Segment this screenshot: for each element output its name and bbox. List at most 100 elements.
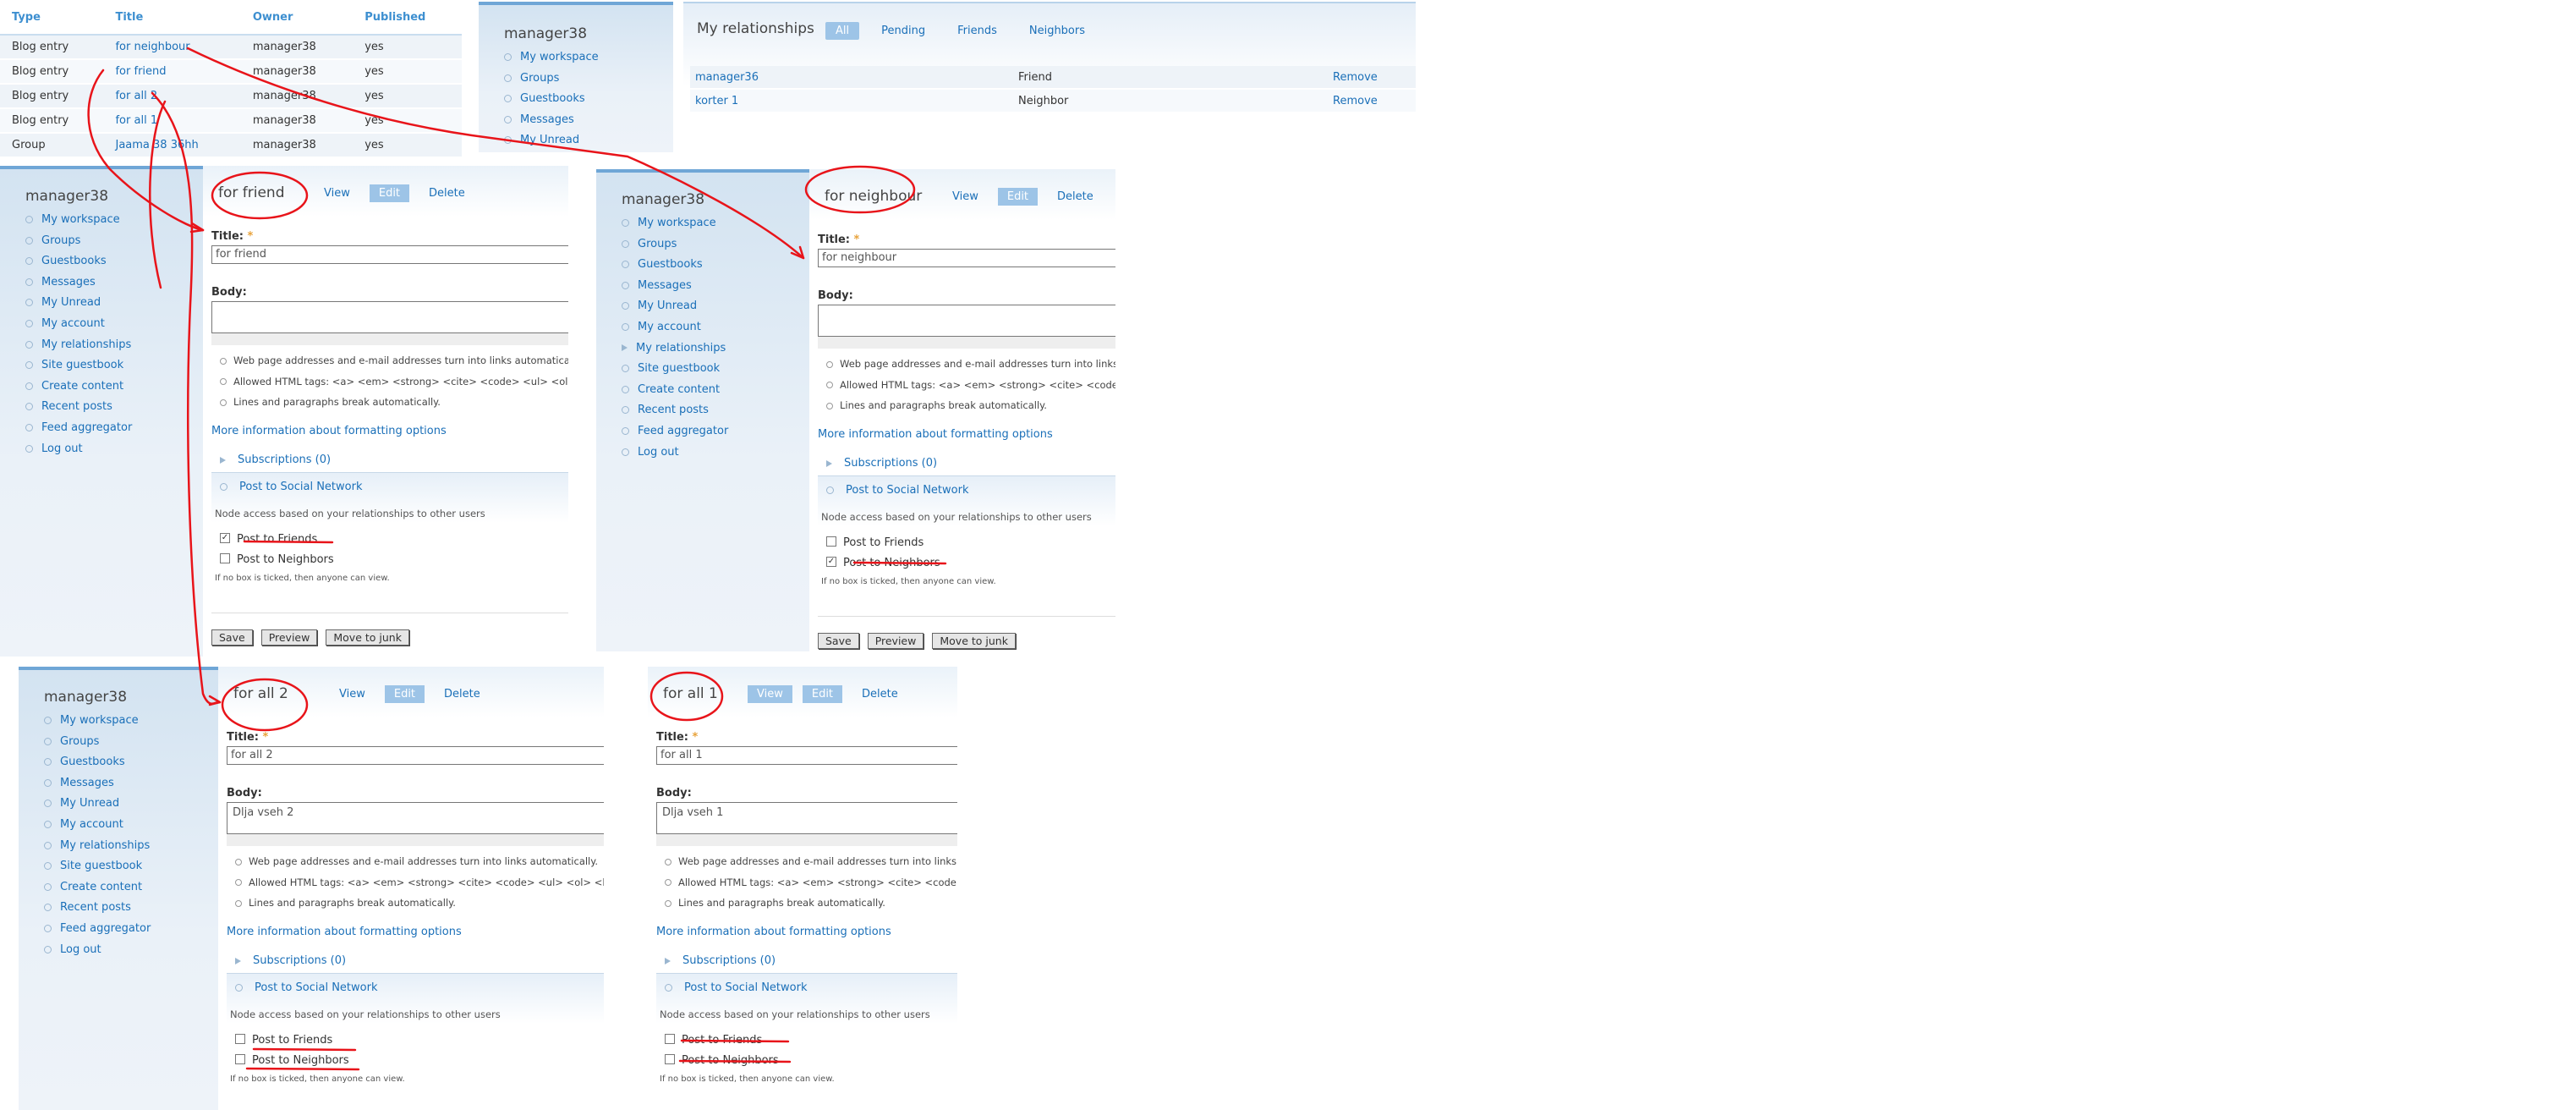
- tab-view[interactable]: View: [748, 685, 792, 703]
- tab-delete[interactable]: Delete: [1048, 188, 1103, 206]
- sidebar-item[interactable]: My relationships: [622, 338, 728, 360]
- sidebar-item[interactable]: Guestbooks: [622, 255, 728, 276]
- sidebar-item[interactable]: Site guestbook: [622, 359, 728, 380]
- column-header-title[interactable]: Title: [103, 0, 241, 36]
- sidebar-item[interactable]: My Unread: [504, 130, 599, 151]
- textarea-resize-grip[interactable]: [211, 333, 568, 345]
- sidebar-item[interactable]: My workspace: [622, 213, 728, 234]
- sidebar-item[interactable]: My workspace: [504, 47, 599, 69]
- social-network-fieldset[interactable]: Post to Social Network: [665, 981, 807, 994]
- more-info-link[interactable]: More information about formatting option…: [211, 425, 447, 437]
- more-info-link[interactable]: More information about formatting option…: [818, 428, 1053, 441]
- tab-pending[interactable]: Pending: [871, 22, 935, 40]
- sidebar-item[interactable]: Groups: [504, 69, 599, 90]
- more-info-link[interactable]: More information about formatting option…: [656, 926, 891, 938]
- textarea-resize-grip[interactable]: [656, 834, 957, 846]
- sidebar-item[interactable]: Groups: [622, 234, 728, 256]
- node-title-link[interactable]: for all 1: [115, 114, 157, 127]
- title-input[interactable]: for neighbour: [818, 249, 1115, 267]
- sidebar-item[interactable]: My workspace: [25, 210, 132, 231]
- sidebar-item[interactable]: Guestbooks: [25, 251, 132, 272]
- post-to-friends-checkbox[interactable]: Post to Friends: [826, 536, 924, 549]
- user-link[interactable]: korter 1: [695, 95, 738, 107]
- post-to-neighbors-checkbox[interactable]: Post to Neighbors: [220, 552, 334, 566]
- subscriptions-fieldset[interactable]: Subscriptions (0): [665, 954, 776, 967]
- sidebar-item[interactable]: My account: [622, 317, 728, 338]
- sidebar-item[interactable]: Recent posts: [25, 397, 132, 418]
- sidebar-item[interactable]: Log out: [622, 442, 728, 464]
- remove-link[interactable]: Remove: [1333, 95, 1378, 107]
- social-network-fieldset[interactable]: Post to Social Network: [826, 484, 968, 497]
- sidebar-item[interactable]: My relationships: [44, 836, 151, 857]
- sidebar-item[interactable]: Site guestbook: [25, 355, 132, 376]
- tab-edit[interactable]: Edit: [369, 184, 410, 202]
- tab-all[interactable]: All: [825, 22, 860, 40]
- textarea-resize-grip[interactable]: [818, 337, 1115, 349]
- tab-friends[interactable]: Friends: [947, 22, 1007, 40]
- node-title-link[interactable]: for neighbour: [115, 41, 189, 53]
- preview-button[interactable]: Preview: [867, 633, 924, 649]
- tab-edit[interactable]: Edit: [384, 685, 425, 703]
- post-to-friends-checkbox[interactable]: Post to Friends: [235, 1033, 332, 1047]
- title-input[interactable]: for all 1: [656, 746, 957, 765]
- tab-view[interactable]: View: [330, 685, 375, 703]
- post-to-neighbors-checkbox[interactable]: Post to Neighbors: [235, 1053, 349, 1067]
- node-title-link[interactable]: for all 2: [115, 90, 157, 102]
- title-input[interactable]: for all 2: [227, 746, 604, 765]
- sidebar-item[interactable]: Feed aggregator: [44, 919, 151, 940]
- sidebar-item[interactable]: My Unread: [622, 296, 728, 317]
- textarea-resize-grip[interactable]: [227, 834, 604, 846]
- sidebar-item[interactable]: Feed aggregator: [622, 421, 728, 442]
- node-title-link[interactable]: for friend: [115, 65, 166, 78]
- tab-neighbors[interactable]: Neighbors: [1019, 22, 1095, 40]
- move-to-junk-button[interactable]: Move to junk: [932, 633, 1016, 649]
- column-header-published[interactable]: Published: [353, 0, 462, 36]
- sidebar-item[interactable]: Messages: [44, 773, 151, 794]
- sidebar-item[interactable]: Messages: [622, 276, 728, 297]
- tab-view[interactable]: View: [943, 188, 988, 206]
- sidebar-item[interactable]: Recent posts: [622, 400, 728, 421]
- sidebar-item[interactable]: Groups: [44, 732, 151, 753]
- sidebar-item[interactable]: Create content: [622, 380, 728, 401]
- sidebar-item[interactable]: My account: [44, 815, 151, 836]
- tab-view[interactable]: View: [315, 184, 359, 202]
- sidebar-item[interactable]: Groups: [25, 231, 132, 252]
- sidebar-item[interactable]: Recent posts: [44, 898, 151, 919]
- post-to-neighbors-checkbox[interactable]: Post to Neighbors: [665, 1053, 779, 1067]
- sidebar-item[interactable]: Messages: [504, 110, 599, 131]
- tab-edit[interactable]: Edit: [997, 188, 1039, 206]
- social-network-fieldset[interactable]: Post to Social Network: [235, 981, 377, 994]
- body-textarea[interactable]: Dlja vseh 1: [656, 802, 957, 834]
- column-header-owner[interactable]: Owner: [240, 0, 354, 36]
- sidebar-item[interactable]: My Unread: [25, 293, 132, 314]
- subscriptions-fieldset[interactable]: Subscriptions (0): [235, 954, 346, 967]
- save-button[interactable]: Save: [818, 633, 859, 649]
- social-network-fieldset[interactable]: Post to Social Network: [220, 481, 362, 493]
- sidebar-item[interactable]: Log out: [44, 940, 151, 961]
- sidebar-item[interactable]: My relationships: [25, 335, 132, 356]
- more-info-link[interactable]: More information about formatting option…: [227, 926, 462, 938]
- preview-button[interactable]: Preview: [260, 629, 318, 646]
- sidebar-item[interactable]: Site guestbook: [44, 856, 151, 877]
- tab-delete[interactable]: Delete: [435, 685, 490, 703]
- sidebar-item[interactable]: Create content: [44, 877, 151, 898]
- sidebar-item[interactable]: Log out: [25, 439, 132, 460]
- node-title-link[interactable]: Jaama 38 36hh: [115, 139, 198, 151]
- move-to-junk-button[interactable]: Move to junk: [326, 629, 409, 646]
- sidebar-item[interactable]: My account: [25, 314, 132, 335]
- sidebar-item[interactable]: My Unread: [44, 794, 151, 815]
- post-to-friends-checkbox[interactable]: ✓ Post to Friends: [220, 532, 317, 546]
- sidebar-item[interactable]: Guestbooks: [504, 89, 599, 110]
- sidebar-item[interactable]: My workspace: [44, 711, 151, 732]
- sidebar-item[interactable]: Messages: [25, 272, 132, 294]
- subscriptions-fieldset[interactable]: Subscriptions (0): [220, 453, 331, 466]
- sidebar-item[interactable]: Feed aggregator: [25, 418, 132, 439]
- body-textarea[interactable]: [818, 305, 1115, 337]
- post-to-neighbors-checkbox[interactable]: ✓ Post to Neighbors: [826, 556, 940, 569]
- sidebar-item[interactable]: Create content: [25, 376, 132, 398]
- tab-delete[interactable]: Delete: [852, 685, 907, 703]
- column-header-type[interactable]: Type: [0, 0, 104, 36]
- tab-delete[interactable]: Delete: [419, 184, 474, 202]
- title-input[interactable]: for friend: [211, 245, 568, 264]
- tab-edit[interactable]: Edit: [802, 685, 843, 703]
